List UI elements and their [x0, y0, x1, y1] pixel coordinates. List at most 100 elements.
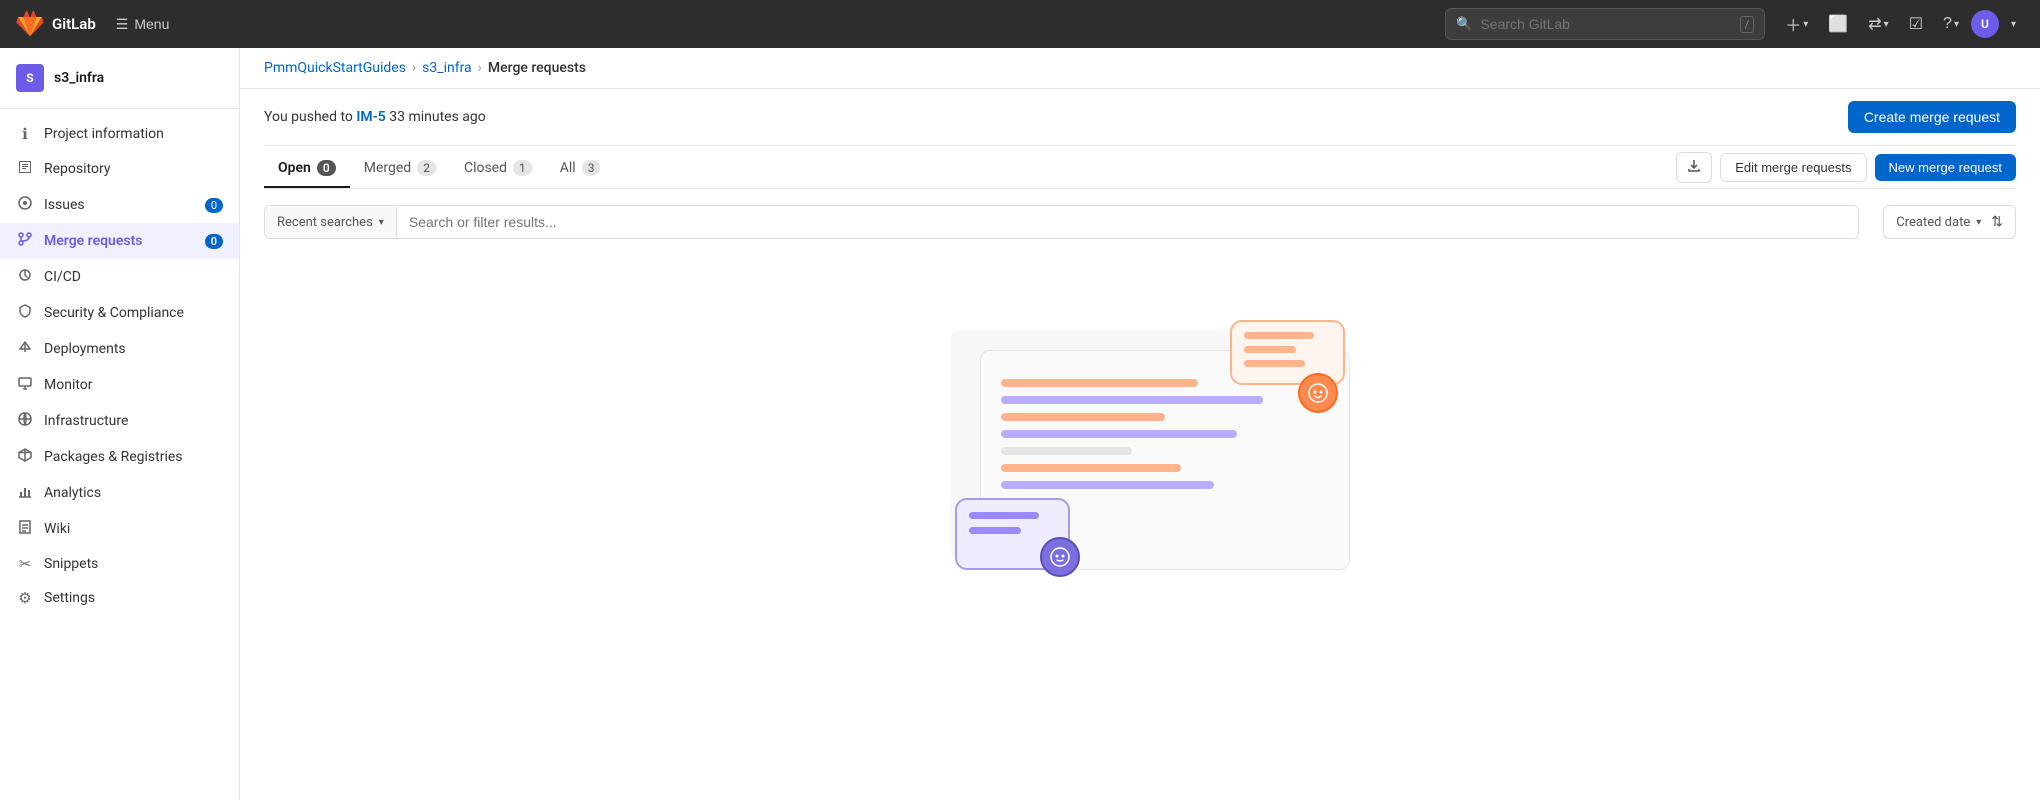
settings-icon: ⚙	[16, 589, 34, 607]
sidebar-item-cicd[interactable]: CI/CD	[0, 259, 239, 295]
help-icon: ?	[1943, 15, 1952, 33]
tab-open[interactable]: Open 0	[264, 150, 350, 188]
sidebar-item-label: Settings	[44, 590, 95, 606]
breadcrumb-project-link[interactable]: s3_infra	[422, 60, 472, 76]
tab-closed[interactable]: Closed 1	[450, 150, 546, 188]
filter-row: Recent searches ▾ Created date ▾ ⇅	[264, 205, 2016, 239]
illus-line-2	[1001, 396, 1263, 404]
gitlab-logo-link[interactable]: GitLab	[16, 10, 96, 38]
tab-all[interactable]: All 3	[546, 150, 615, 188]
project-header[interactable]: S s3_infra	[0, 48, 239, 109]
illus-line-7	[1001, 481, 1214, 489]
sidebar-item-monitor[interactable]: Monitor	[0, 367, 239, 403]
search-icon: 🔍	[1456, 17, 1472, 32]
issues-badge: 0	[205, 198, 223, 213]
sidebar-item-label: Packages & Registries	[44, 449, 183, 465]
user-avatar[interactable]: U	[1971, 10, 1999, 38]
todo-button[interactable]: ⬜	[1820, 8, 1856, 40]
sidebar-item-label: Infrastructure	[44, 413, 128, 429]
tab-all-count: 3	[582, 160, 601, 176]
project-avatar: S	[16, 64, 44, 92]
user-chevron[interactable]: ▾	[2003, 13, 2024, 36]
sidebar-item-deployments[interactable]: Deployments	[0, 331, 239, 367]
checklist-icon: ☑	[1909, 14, 1923, 34]
empty-state	[264, 255, 2016, 655]
push-notice-text: You pushed to IM-5 33 minutes ago	[264, 109, 486, 125]
push-branch-link[interactable]: IM-5	[356, 109, 385, 125]
export-button[interactable]	[1676, 152, 1712, 183]
illus-bubble-right-line-2	[1244, 346, 1296, 353]
info-icon: ℹ	[16, 125, 34, 143]
sidebar-item-label: Monitor	[44, 377, 93, 393]
illus-code-lines	[1001, 379, 1329, 489]
tab-closed-count: 1	[513, 160, 532, 176]
tab-closed-label: Closed	[464, 160, 507, 176]
tab-merged[interactable]: Merged 2	[350, 150, 450, 188]
content-body: You pushed to IM-5 33 minutes ago Create…	[240, 89, 2040, 800]
recent-searches-dropdown[interactable]: Recent searches ▾	[265, 207, 397, 238]
breadcrumb: PmmQuickStartGuides › s3_infra › Merge r…	[240, 48, 2040, 89]
chevron-down-icon-2: ▾	[1884, 19, 1889, 30]
sidebar-item-analytics[interactable]: Analytics	[0, 475, 239, 511]
gitlab-brand-name: GitLab	[52, 15, 96, 33]
sidebar-item-merge-requests[interactable]: Merge requests 0	[0, 223, 239, 259]
create-merge-request-button[interactable]: Create merge request	[1848, 101, 2016, 133]
menu-button[interactable]: ☰ Menu	[108, 10, 178, 39]
sidebar-item-snippets[interactable]: ✂ Snippets	[0, 547, 239, 581]
filter-search-input[interactable]	[397, 206, 1858, 238]
sidebar-item-issues[interactable]: Issues 0	[0, 187, 239, 223]
sort-dropdown[interactable]: Created date ▾ ⇅	[1883, 205, 2016, 239]
sidebar-navigation: ℹ Project information Repository Issues …	[0, 109, 239, 800]
breadcrumb-sep-1: ›	[412, 60, 416, 76]
search-input[interactable]	[1480, 16, 1731, 32]
illus-bubble-left-line-1	[969, 512, 1039, 519]
sidebar-item-settings[interactable]: ⚙ Settings	[0, 581, 239, 615]
tab-all-label: All	[560, 160, 576, 176]
illus-avatar-left	[1040, 537, 1080, 577]
filter-bar: Recent searches ▾	[264, 205, 1859, 239]
issues-icon	[16, 195, 34, 215]
hamburger-icon: ☰	[116, 16, 129, 33]
global-search-box[interactable]: 🔍 /	[1445, 8, 1765, 40]
deployments-icon	[16, 339, 34, 359]
breadcrumb-sep-2: ›	[478, 60, 482, 76]
push-suffix: 33 minutes ago	[389, 109, 486, 125]
sidebar-item-wiki[interactable]: Wiki	[0, 511, 239, 547]
sidebar-item-label: Repository	[44, 161, 110, 177]
issues-nav-button[interactable]: ☑	[1901, 8, 1931, 40]
chevron-down-icon: ▾	[1803, 19, 1808, 30]
illus-line-5	[1001, 447, 1132, 455]
help-button[interactable]: ? ▾	[1935, 9, 1967, 39]
sidebar-item-packages-registries[interactable]: Packages & Registries	[0, 439, 239, 475]
tabs-actions: Edit merge requests New merge request	[1676, 152, 2016, 187]
dropdown-chevron-icon: ▾	[379, 217, 384, 228]
sidebar-item-security-compliance[interactable]: Security & Compliance	[0, 295, 239, 331]
infrastructure-icon	[16, 411, 34, 431]
sidebar-item-label: Wiki	[44, 521, 70, 537]
tabs-bar: Open 0 Merged 2 Closed 1 All 3	[264, 150, 2016, 189]
sidebar-item-infrastructure[interactable]: Infrastructure	[0, 403, 239, 439]
illus-bubble-left-line-2	[969, 527, 1021, 534]
sidebar-item-project-information[interactable]: ℹ Project information	[0, 117, 239, 151]
sidebar-item-label: Security & Compliance	[44, 305, 184, 321]
new-item-button[interactable]: ＋ ▾	[1777, 6, 1816, 42]
breadcrumb-current: Merge requests	[488, 60, 586, 76]
repository-icon	[16, 159, 34, 179]
illus-bubble-right-line-3	[1244, 360, 1305, 367]
analytics-icon	[16, 483, 34, 503]
new-merge-request-button[interactable]: New merge request	[1875, 154, 2016, 181]
merge-requests-icon	[16, 231, 34, 251]
sidebar-item-label: Issues	[44, 197, 85, 213]
sidebar-item-label: Project information	[44, 126, 164, 142]
shield-icon	[16, 303, 34, 323]
face-icon-left	[1049, 546, 1071, 568]
sidebar-item-repository[interactable]: Repository	[0, 151, 239, 187]
sort-label: Created date	[1896, 215, 1970, 230]
breadcrumb-org-link[interactable]: PmmQuickStartGuides	[264, 60, 406, 76]
push-prefix: You pushed to	[264, 109, 353, 125]
monitor-icon	[16, 375, 34, 395]
sidebar-item-label: Snippets	[44, 556, 98, 572]
edit-merge-requests-button[interactable]: Edit merge requests	[1720, 153, 1866, 182]
sidebar-item-label: Analytics	[44, 485, 101, 501]
merge-request-nav-button[interactable]: ⇄ ▾	[1860, 8, 1896, 40]
